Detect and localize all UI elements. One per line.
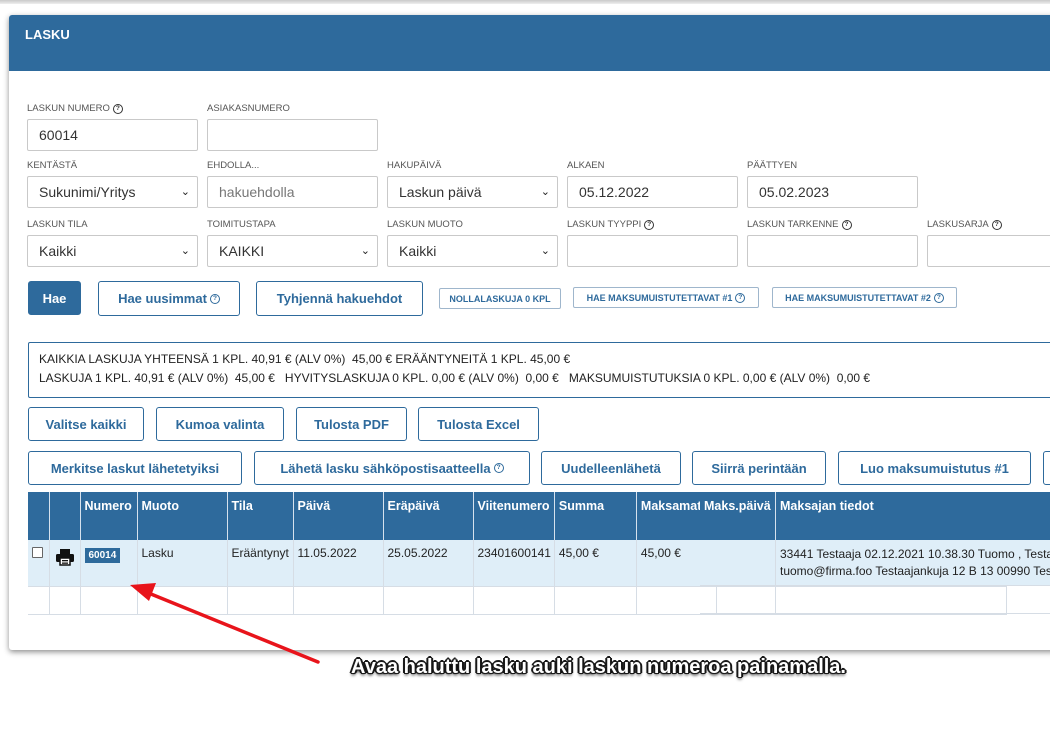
arrow-shaft	[144, 590, 320, 664]
annotation-arrow	[130, 583, 320, 664]
annotation-text: Avaa haluttu lasku auki laskun numeroa p…	[351, 656, 846, 678]
arrow-head	[130, 583, 156, 601]
